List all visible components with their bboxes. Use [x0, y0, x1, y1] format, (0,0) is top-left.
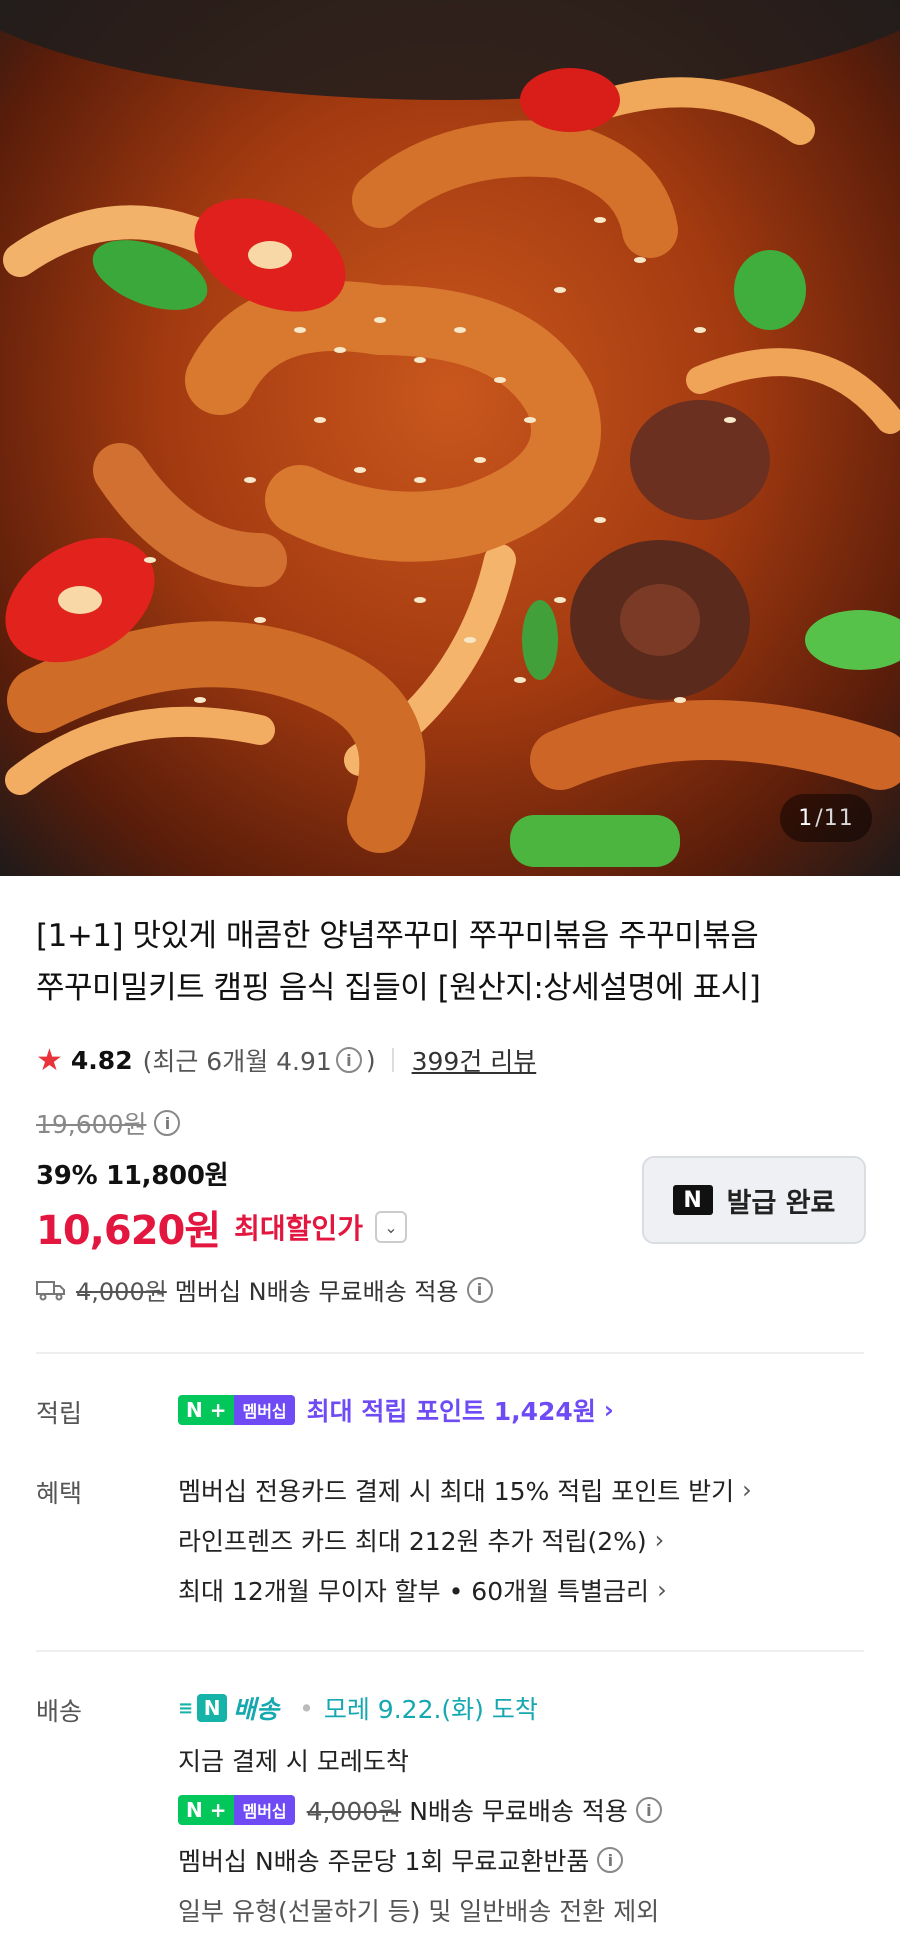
delivery-pay-note: 지금 결제 시 모레도착 — [178, 1747, 409, 1776]
delivery-info-icon[interactable]: i — [635, 1797, 662, 1823]
product-image[interactable]: 1/11 — [0, 0, 900, 876]
shipping-summary-text: 멤버십 N배송 무료배송 적용 — [174, 1278, 459, 1306]
shipping-info-icon[interactable]: i — [466, 1276, 493, 1303]
food-photo-illustration — [0, 0, 900, 867]
delivery-label: 배송 — [36, 1697, 83, 1726]
naver-plus-membership-badge: N + 멤버십 — [178, 1795, 295, 1825]
naver-plus-badge: N + — [178, 1395, 235, 1425]
price-info-icon[interactable]: i — [154, 1110, 181, 1136]
image-counter-current: 1 — [798, 805, 814, 831]
membership-badge: 멤버십 — [234, 1795, 295, 1825]
image-counter: 1/11 — [780, 794, 872, 842]
section-divider — [36, 1650, 864, 1652]
delivery-fee-text: N배송 무료배송 적용 — [409, 1797, 628, 1826]
recent-rating: (최근 6개월 4.91 — [142, 1047, 332, 1076]
chevron-right-icon: › — [742, 1476, 752, 1504]
exclusion-note: 일부 유형(선물하기 등) 및 일반배송 전환 제외 — [178, 1897, 660, 1926]
shipping-original-fee: 4,000원 — [76, 1278, 167, 1306]
original-price: 19,600원 — [36, 1110, 147, 1139]
truck-icon — [36, 1280, 65, 1300]
image-counter-total: /11 — [815, 805, 854, 831]
rating-score: 4.82 — [70, 1045, 133, 1075]
exchange-note: 멤버십 N배송 주문당 1회 무료교환반품 — [178, 1847, 590, 1876]
info-icon[interactable]: i — [335, 1047, 362, 1073]
dot-separator: • — [299, 1693, 314, 1723]
naver-plus-badge: N + — [178, 1795, 235, 1825]
exchange-note-row: 멤버십 N배송 주문당 1회 무료교환반품 i — [178, 1842, 627, 1878]
final-price: 10,620원 — [36, 1208, 221, 1254]
exchange-info-icon[interactable]: i — [597, 1847, 624, 1873]
speed-lines-icon: ≡ — [178, 1697, 194, 1719]
chevron-right-icon: › — [654, 1526, 665, 1554]
delivery-arrival-row: ≡ N 배송 • 모레 9.22.(화) 도착 — [178, 1690, 538, 1726]
naver-plus-membership-badge: N + 멤버십 — [178, 1395, 295, 1425]
benefit-item-text: 최대 12개월 무이자 할부 • 60개월 특별금리 — [178, 1577, 650, 1606]
product-title: [1+1] 맛있게 매콤한 양념쭈꾸미 쭈꾸미볶음 주꾸미볶음 쭈꾸미밀키트 캠… — [36, 910, 866, 1014]
benefits-label: 혜택 — [36, 1479, 83, 1508]
benefit-item[interactable]: 멤버십 전용카드 결제 시 최대 15% 적립 포인트 받기 › — [178, 1472, 752, 1508]
chevron-down-icon[interactable]: ⌄ — [374, 1211, 407, 1243]
points-row[interactable]: N + 멤버십 최대 적립 포인트 1,424원 › — [178, 1392, 614, 1428]
benefit-item[interactable]: 최대 12개월 무이자 할부 • 60개월 특별금리 › — [178, 1572, 667, 1608]
final-price-label: 최대할인가 — [234, 1212, 363, 1245]
star-icon: ★ — [36, 1042, 63, 1078]
n-delivery-badge: ≡ N 배송 — [178, 1690, 279, 1726]
coupon-label: 발급 완료 — [726, 1187, 836, 1219]
review-count-link[interactable]: 399건 리뷰 — [412, 1042, 537, 1078]
product-title-line1: [1+1] 맛있게 매콤한 양념쭈꾸미 쭈꾸미볶음 주꾸미볶음 — [36, 918, 759, 954]
points-label: 적립 — [36, 1399, 83, 1428]
max-points-text: 최대 적립 포인트 1,424원 — [306, 1397, 596, 1426]
chevron-right-icon: › — [657, 1576, 667, 1604]
divider — [391, 1048, 394, 1072]
recent-rating-close: ) — [365, 1045, 376, 1075]
final-price-row: 10,620원 최대할인가 ⌄ — [36, 1198, 407, 1256]
product-title-line2: 쭈꾸미밀키트 캠핑 음식 집들이 [원산지:상세설명에 표시] — [36, 970, 761, 1006]
rating-row: ★ 4.82 (최근 6개월 4.91 i ) 399건 리뷰 — [36, 1038, 536, 1082]
section-divider — [36, 1352, 864, 1354]
delivery-fee-row: N + 멤버십 4,000원 N배송 무료배송 적용 i — [178, 1792, 666, 1828]
n-delivery-n: N — [197, 1694, 228, 1722]
benefit-item[interactable]: 라인프렌즈 카드 최대 212원 추가 적립(2%) › — [178, 1522, 664, 1558]
chevron-right-icon: › — [603, 1396, 614, 1424]
benefit-item-text: 멤버십 전용카드 결제 시 최대 15% 적립 포인트 받기 — [178, 1477, 735, 1506]
n-delivery-text: 배송 — [233, 1695, 280, 1724]
benefit-item-text: 라인프렌즈 카드 최대 212원 추가 적립(2%) — [178, 1527, 647, 1556]
delivery-original-fee: 4,000원 — [306, 1797, 402, 1826]
coupon-issued-button[interactable]: N 발급 완료 — [642, 1156, 866, 1244]
membership-badge: 멤버십 — [234, 1395, 295, 1425]
naver-n-icon: N — [672, 1185, 713, 1215]
discount-price: 39% 11,800원 — [36, 1161, 229, 1191]
arrival-date: 모레 9.22.(화) 도착 — [323, 1695, 538, 1724]
shipping-summary: 4,000원 멤버십 N배송 무료배송 적용 i — [36, 1272, 497, 1307]
original-price-row: 19,600원 i — [36, 1105, 184, 1141]
